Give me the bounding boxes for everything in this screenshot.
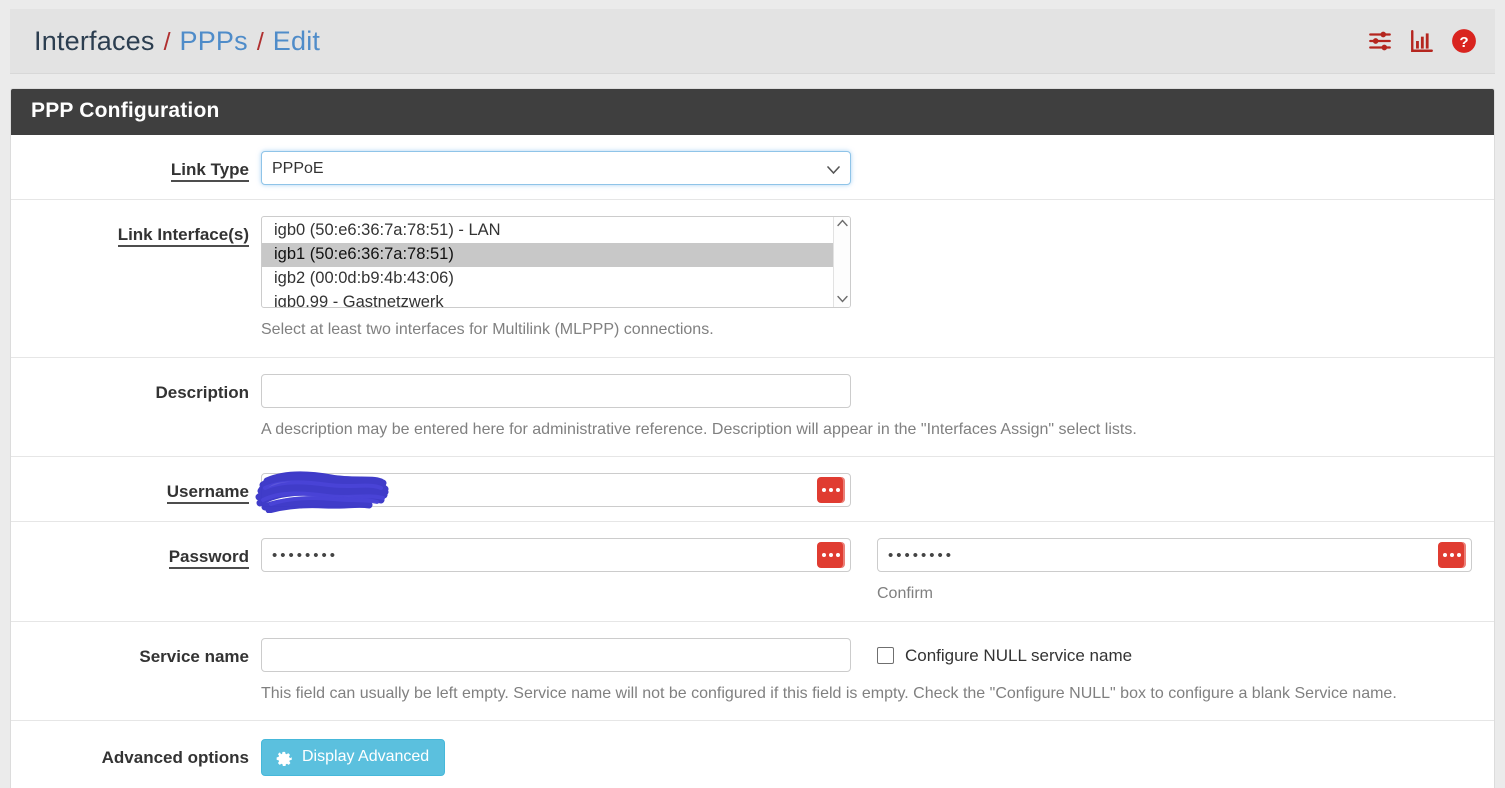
password-confirm-help: Confirm bbox=[877, 585, 934, 603]
password-field: Confirm bbox=[261, 538, 1494, 607]
form-row-link-type: Link Type PPPoE bbox=[11, 135, 1494, 200]
advanced-options-field: Display Advanced bbox=[261, 739, 1494, 777]
ppp-form: Link Type PPPoE Link Interface(s) igb0 (… bbox=[11, 135, 1494, 788]
link-type-select[interactable]: PPPoE bbox=[261, 151, 851, 185]
breadcrumb-bar: Interfaces / PPPs / Edit ? bbox=[10, 9, 1495, 74]
link-interfaces-label: Link Interface(s) bbox=[11, 216, 261, 247]
password-confirm-input[interactable] bbox=[877, 538, 1472, 573]
form-row-advanced-options: Advanced options Display Advanced bbox=[11, 721, 1494, 788]
link-type-field: PPPoE bbox=[261, 151, 1494, 185]
advanced-filter-icon[interactable] bbox=[1367, 28, 1393, 54]
status-chart-icon[interactable] bbox=[1409, 28, 1435, 54]
breadcrumb-separator-2: / bbox=[256, 27, 264, 56]
username-input[interactable] bbox=[261, 473, 851, 508]
password-input[interactable] bbox=[261, 538, 851, 573]
list-item[interactable]: igb2 (00:0d:b9:4b:43:06) bbox=[262, 267, 850, 291]
pfsense-ppp-edit-page: Interfaces / PPPs / Edit ? PPP Configura… bbox=[0, 0, 1505, 788]
configure-null-checkbox[interactable] bbox=[877, 647, 894, 665]
description-input[interactable] bbox=[261, 373, 851, 408]
display-advanced-label: Display Advanced bbox=[302, 748, 430, 766]
username-label: Username bbox=[11, 473, 261, 505]
svg-text:?: ? bbox=[1459, 34, 1468, 51]
service-name-label: Service name bbox=[139, 646, 249, 666]
link-interfaces-listbox[interactable]: igb0 (50:e6:36:7a:78:51) - LAN igb1 (50:… bbox=[261, 216, 851, 308]
form-row-link-interfaces: Link Interface(s) igb0 (50:e6:36:7a:78:5… bbox=[11, 200, 1494, 358]
password-manager-dots-icon[interactable] bbox=[817, 477, 845, 504]
advanced-options-label: Advanced options bbox=[101, 748, 249, 768]
password-manager-dots-icon[interactable] bbox=[1438, 542, 1466, 569]
service-name-help: This field can usually be left empty. Se… bbox=[261, 684, 1397, 702]
link-interfaces-field: igb0 (50:e6:36:7a:78:51) - LAN igb1 (50:… bbox=[261, 216, 1494, 343]
help-icon[interactable]: ? bbox=[1451, 28, 1477, 54]
breadcrumb: Interfaces / PPPs / Edit bbox=[34, 26, 1367, 57]
password-manager-dots-icon[interactable] bbox=[817, 542, 845, 569]
username-field bbox=[255, 471, 1494, 514]
form-row-password: Password Confirm bbox=[11, 522, 1494, 622]
gear-icon bbox=[275, 748, 293, 767]
list-item[interactable]: igb0 (50:e6:36:7a:78:51) - LAN bbox=[262, 219, 850, 243]
description-help: A description may be entered here for ad… bbox=[261, 420, 1137, 438]
password-label: Password bbox=[11, 538, 261, 570]
configure-null-service-name-group: Configure NULL service name bbox=[851, 638, 1132, 666]
form-row-service-name: Service name Configure NULL service name… bbox=[11, 622, 1494, 722]
ppp-configuration-panel: PPP Configuration Link Type PPPoE Link I… bbox=[10, 88, 1495, 788]
listbox-scrollbar[interactable] bbox=[833, 217, 850, 307]
breadcrumb-item-edit[interactable]: Edit bbox=[273, 26, 320, 57]
header-icons: ? bbox=[1367, 28, 1477, 54]
service-name-field: Configure NULL service name This field c… bbox=[261, 637, 1494, 707]
panel-title: PPP Configuration bbox=[11, 89, 1494, 135]
link-type-label: Link Type bbox=[11, 151, 261, 182]
list-item[interactable]: igb0.99 - Gastnetzwerk bbox=[262, 291, 850, 307]
breadcrumb-item-interfaces: Interfaces bbox=[34, 25, 155, 56]
password-confirm-field: Confirm bbox=[851, 538, 1480, 607]
configure-null-label[interactable]: Configure NULL service name bbox=[905, 646, 1132, 666]
description-label: Description bbox=[155, 382, 249, 402]
form-row-username: Username bbox=[11, 457, 1494, 523]
display-advanced-button[interactable]: Display Advanced bbox=[261, 739, 446, 777]
description-field: A description may be entered here for ad… bbox=[261, 373, 1494, 443]
list-item[interactable]: igb1 (50:e6:36:7a:78:51) bbox=[262, 243, 850, 267]
breadcrumb-separator-1: / bbox=[163, 27, 171, 56]
scroll-up-icon[interactable] bbox=[836, 219, 848, 229]
breadcrumb-item-ppps[interactable]: PPPs bbox=[180, 26, 248, 57]
scroll-down-icon[interactable] bbox=[836, 295, 848, 305]
service-name-input[interactable] bbox=[261, 637, 851, 672]
form-row-description: Description A description may be entered… bbox=[11, 358, 1494, 458]
link-interfaces-help: Select at least two interfaces for Multi… bbox=[261, 321, 714, 338]
